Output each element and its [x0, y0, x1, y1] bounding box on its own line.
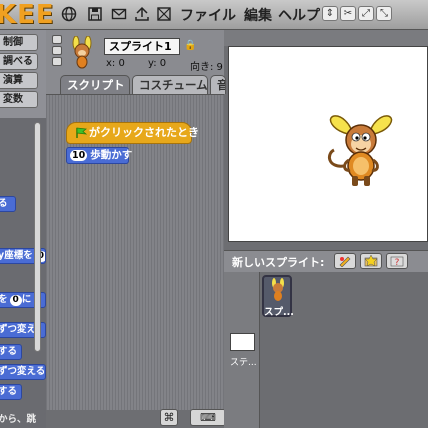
- palette-block[interactable]: する: [0, 384, 22, 400]
- scratch-window: KEE ファイル 編集 ヘルプ ⇕ ✂ ⤢ ⤡ 制御 調べる 演算 変数 る y…: [0, 0, 428, 428]
- stage-toolbar: [224, 30, 428, 46]
- category-variables[interactable]: 変数: [0, 91, 38, 108]
- when-flag-clicked-block[interactable]: がクリックされたとき: [66, 122, 199, 144]
- sprite-tile-thumbnail: [272, 278, 284, 301]
- arrange-icon[interactable]: ⇕: [322, 6, 338, 21]
- sprite-y-coordinate: y: 0: [148, 58, 167, 69]
- choose-sprite-from-file-icon[interactable]: [360, 253, 382, 269]
- tab-costumes[interactable]: コスチューム: [132, 75, 208, 94]
- new-sprite-label: 新しいスプライト:: [232, 256, 325, 269]
- menu-edit[interactable]: 編集: [244, 5, 272, 25]
- paint-new-sprite-icon[interactable]: [334, 253, 356, 269]
- category-operators[interactable]: 演算: [0, 72, 38, 89]
- move-block-label: 歩動かす: [90, 149, 133, 161]
- monkey-sprite[interactable]: [322, 110, 400, 190]
- wrench-icon[interactable]: ✂: [340, 6, 356, 21]
- upload-icon[interactable]: [133, 5, 151, 23]
- keyboard-button[interactable]: ⌨: [190, 409, 226, 426]
- hat-block-label: がクリックされたとき: [89, 126, 199, 139]
- globe-icon[interactable]: [60, 5, 78, 23]
- rotation-style-flip-icon[interactable]: [52, 46, 62, 55]
- surprise-sprite-icon[interactable]: ?: [386, 253, 408, 269]
- palette-block[interactable]: る: [0, 196, 16, 212]
- tab-sounds[interactable]: 音: [210, 75, 226, 94]
- palette-scrollbar[interactable]: [34, 122, 41, 352]
- sprite-tile-label: スプ...: [264, 307, 294, 318]
- sprite-x-coordinate: x: 0: [106, 58, 125, 69]
- palette-block[interactable]: する: [0, 344, 22, 360]
- svg-text:?: ?: [395, 258, 400, 267]
- sprite-name-field[interactable]: スプライト1: [104, 38, 180, 55]
- stage-thumbnail[interactable]: [230, 333, 255, 351]
- rotation-style-none-icon[interactable]: [52, 57, 62, 66]
- command-key-button[interactable]: ⌘: [160, 409, 178, 426]
- lock-icon[interactable]: 🔒: [184, 40, 196, 51]
- tab-scripts[interactable]: スクリプト: [60, 75, 130, 94]
- rotation-style-full-icon[interactable]: [52, 35, 62, 44]
- category-control[interactable]: 制御: [0, 34, 38, 51]
- mail-icon[interactable]: [110, 5, 128, 23]
- stage-label: ステ...: [230, 358, 257, 368]
- move-steps-input[interactable]: 10: [70, 150, 88, 161]
- category-sensing[interactable]: 調べる: [0, 53, 38, 70]
- palette-block[interactable]: ずつ変える: [0, 364, 46, 380]
- save-icon[interactable]: [86, 5, 104, 23]
- shrink-icon[interactable]: ⤡: [376, 6, 392, 21]
- menu-help[interactable]: ヘルプ: [278, 5, 320, 25]
- menubar: KEE ファイル 編集 ヘルプ ⇕ ✂ ⤢ ⤡: [0, 0, 428, 30]
- grow-icon[interactable]: ⤢: [358, 6, 374, 21]
- sprite-thumbnail: [72, 36, 92, 69]
- sprite-direction: 向き: 9: [190, 62, 223, 73]
- palette-block[interactable]: から、跳: [0, 412, 46, 428]
- move-steps-block[interactable]: 10 歩動かす: [66, 147, 133, 164]
- app-logo: KEE: [0, 0, 55, 30]
- green-flag-icon: [76, 127, 87, 138]
- menu-file[interactable]: ファイル: [180, 5, 236, 25]
- share-icon[interactable]: [155, 5, 173, 23]
